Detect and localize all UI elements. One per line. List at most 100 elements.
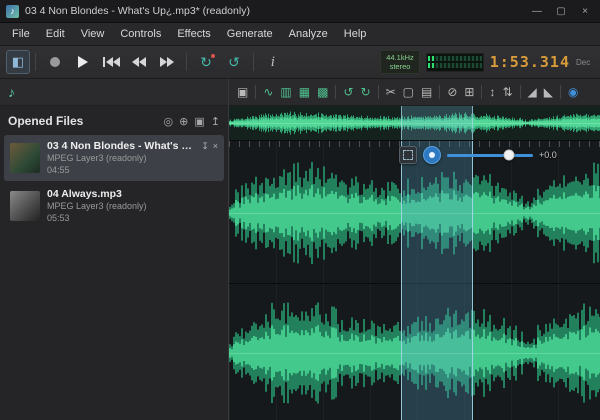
gain-slider-track[interactable] <box>447 154 533 157</box>
toolbar-separator <box>378 85 379 99</box>
play-button[interactable] <box>72 51 94 73</box>
skip-start-button[interactable] <box>100 51 122 73</box>
fast-forward-button[interactable] <box>156 51 178 73</box>
maximize-icon[interactable]: ▢ <box>554 6 568 17</box>
music-note-icon[interactable]: ♪ <box>8 84 15 100</box>
sample-rate-badge: 44.1kHz stereo <box>380 50 420 74</box>
file-meta: 04 Always.mp3 MPEG Layer3 (readonly) 05:… <box>47 188 218 224</box>
redo-icon[interactable]: ↻ <box>361 86 371 98</box>
info-icon: i <box>271 55 275 70</box>
close-file-icon[interactable]: × <box>213 141 218 151</box>
loop-button[interactable]: ↻ <box>195 51 217 73</box>
menu-controls[interactable]: Controls <box>112 25 169 43</box>
waveform-selection[interactable] <box>401 141 473 420</box>
waveform-view[interactable]: +0.0 <box>229 141 600 420</box>
opened-files-title: Opened Files <box>8 114 158 128</box>
view-bars-icon[interactable]: ▥ <box>280 86 291 98</box>
waveform-overview[interactable] <box>229 106 600 141</box>
loop-icon: ↻ <box>200 55 212 69</box>
file-name: 03 4 Non Blondes - What's Up¿... <box>47 140 197 152</box>
selection-tool-button[interactable] <box>399 146 417 164</box>
menu-view[interactable]: View <box>73 25 113 43</box>
fade-in-icon[interactable]: ◢ <box>528 86 537 98</box>
menubar: File Edit View Controls Effects Generate… <box>0 23 600 46</box>
menu-generate[interactable]: Generate <box>219 25 281 43</box>
file-name: 04 Always.mp3 <box>47 188 218 200</box>
save-icon[interactable]: ▣ <box>237 86 248 98</box>
fast-forward-icon <box>160 57 174 67</box>
info-button[interactable]: i <box>262 51 284 73</box>
copy-icon[interactable]: ▢ <box>403 86 414 98</box>
album-art-thumbnail <box>10 143 40 173</box>
toolbar-separator <box>255 85 256 99</box>
close-icon[interactable]: × <box>578 6 592 17</box>
titlebar: ♪ 03 4 Non Blondes - What's Up¿.mp3* (re… <box>0 0 600 23</box>
toolbar-separator <box>35 53 36 71</box>
fade-out-icon[interactable]: ◣ <box>544 86 553 98</box>
app-logo-glyph: ♪ <box>10 6 15 16</box>
level-meter-left <box>428 56 482 61</box>
menu-effects[interactable]: Effects <box>169 25 218 43</box>
time-display: 1:53.314 <box>490 53 570 71</box>
file-list-item[interactable]: 03 4 Non Blondes - What's Up¿... ↧ × MPE… <box>4 135 224 181</box>
files-copy-icon[interactable]: ▣ <box>194 115 204 128</box>
overview-selection[interactable] <box>401 106 473 140</box>
editor-column: ▣ ∿ ▥ ▦ ▩ ↺ ↻ ✂ ▢ ▤ ⊘ ⊞ ↕ ⇅ ◢ <box>229 79 600 420</box>
gain-slider[interactable] <box>447 147 533 163</box>
view-mixed-icon[interactable]: ▩ <box>317 86 328 98</box>
monitor-volume-button[interactable] <box>423 146 441 164</box>
skip-start-icon <box>103 57 120 67</box>
album-art-thumbnail <box>10 191 40 221</box>
file-list-item[interactable]: 04 Always.mp3 MPEG Layer3 (readonly) 05:… <box>4 183 224 229</box>
file-format: MPEG Layer3 (readonly) <box>47 152 218 164</box>
menu-help[interactable]: Help <box>336 25 375 43</box>
time-unit-label[interactable]: Dec <box>576 58 594 67</box>
stretch-vertical-icon[interactable]: ↕ <box>489 86 495 98</box>
menu-edit[interactable]: Edit <box>38 25 73 43</box>
cut-icon[interactable]: ✂ <box>386 86 396 98</box>
speaker-icon <box>429 152 435 158</box>
window-controls: — ▢ × <box>530 6 592 17</box>
sidebar-panel: ♪ Opened Files ◎ ⊕ ▣ ↥ 03 4 Non Blondes … <box>0 79 229 420</box>
sidebar-toggle-icon[interactable]: ◧ <box>6 50 30 74</box>
play-icon <box>78 56 88 68</box>
files-export-icon[interactable]: ↥ <box>211 115 220 128</box>
file-meta: 03 4 Non Blondes - What's Up¿... ↧ × MPE… <box>47 140 218 176</box>
toolbar-separator <box>439 85 440 99</box>
menu-file[interactable]: File <box>4 25 38 43</box>
floating-controls: +0.0 <box>399 146 557 164</box>
audio-editor: +0.0 <box>229 106 600 420</box>
rewind-button[interactable] <box>128 51 150 73</box>
file-duration: 04:55 <box>47 164 218 176</box>
menu-analyze[interactable]: Analyze <box>281 25 336 43</box>
repeat-button[interactable]: ↺ <box>223 51 245 73</box>
delete-icon[interactable]: ⊘ <box>447 86 457 98</box>
panel-tab-strip: ♪ <box>0 79 228 106</box>
gain-slider-knob[interactable] <box>503 150 514 161</box>
files-add-icon[interactable]: ⊕ <box>179 115 188 128</box>
dashed-selection-icon <box>403 150 413 160</box>
window-title: 03 4 Non Blondes - What's Up¿.mp3* (read… <box>25 5 530 17</box>
view-waveform-icon[interactable]: ∿ <box>263 86 273 98</box>
opened-files-header: Opened Files ◎ ⊕ ▣ ↥ <box>0 106 228 134</box>
monitor-icon[interactable]: ◉ <box>568 86 578 98</box>
toolbar-separator <box>481 85 482 99</box>
files-filter-icon[interactable]: ◎ <box>164 115 174 128</box>
rewind-icon <box>132 57 146 67</box>
undo-icon[interactable]: ↺ <box>343 86 353 98</box>
pin-icon[interactable]: ↧ <box>201 141 209 152</box>
file-format: MPEG Layer3 (readonly) <box>47 200 218 212</box>
view-spectrum-icon[interactable]: ▦ <box>299 86 310 98</box>
record-button[interactable] <box>44 51 66 73</box>
channel-mode-value: stereo <box>390 62 411 71</box>
workspace: ♪ Opened Files ◎ ⊕ ▣ ↥ 03 4 Non Blondes … <box>0 79 600 420</box>
record-icon <box>50 57 60 67</box>
app-logo-icon: ♪ <box>6 5 19 18</box>
edit-toolbar: ▣ ∿ ▥ ▦ ▩ ↺ ↻ ✂ ▢ ▤ ⊘ ⊞ ↕ ⇅ ◢ <box>229 79 600 106</box>
minimize-icon[interactable]: — <box>530 6 544 17</box>
align-vertical-icon[interactable]: ⇅ <box>502 86 512 98</box>
paste-icon[interactable]: ▤ <box>421 86 432 98</box>
app-window: ♪ 03 4 Non Blondes - What's Up¿.mp3* (re… <box>0 0 600 420</box>
sample-rate-value: 44.1kHz <box>386 53 414 62</box>
crop-icon[interactable]: ⊞ <box>464 86 474 98</box>
